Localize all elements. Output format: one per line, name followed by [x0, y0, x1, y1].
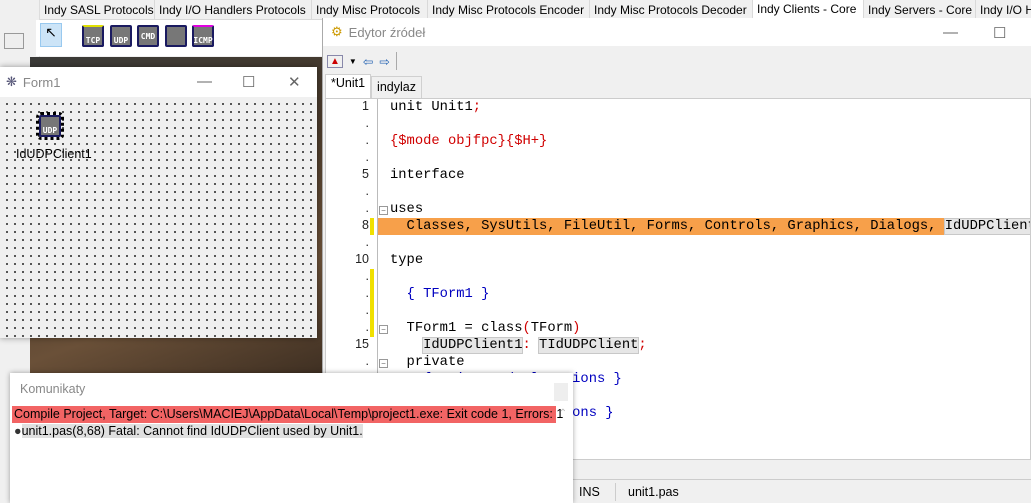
code-text: unit Unit1	[390, 100, 473, 115]
editor-toolbar: ▲ ▼ ⇦ ⇨	[323, 47, 1031, 75]
idudpclient1-component-icon[interactable]: UDP	[36, 112, 64, 140]
code-text: uses	[390, 202, 424, 217]
icmp-client-icon[interactable]: ICMP	[192, 25, 214, 47]
editor-title: Edytor źródeł	[348, 24, 426, 40]
editor-app-icon: ⚙	[331, 24, 343, 39]
ide-main-toolbar-left	[0, 0, 40, 57]
selection-pointer-button[interactable]: ↖	[40, 23, 62, 47]
line-number: .	[365, 184, 369, 198]
messages-title: Komunikaty	[20, 382, 86, 396]
palette-tab[interactable]: Indy SASL Protocols	[40, 0, 155, 20]
error-bomb-icon: ●	[14, 424, 22, 438]
message-row-error[interactable]: Compile Project, Target: C:\Users\MACIEJ…	[12, 406, 563, 423]
code-text: Classes, SysUtils, FileUtil, Forms, Cont…	[390, 219, 945, 234]
code-text: ;	[638, 338, 647, 353]
idudpclient1-label: IdUDPClient1	[16, 147, 92, 161]
jump-forward-icon[interactable]: ⇨	[379, 54, 389, 69]
code-line: TForm1 = class(TForm)	[326, 320, 1030, 337]
code-line: {$mode objfpc}{$H+}	[326, 133, 1030, 150]
code-text: TForm1 = class	[390, 321, 523, 336]
code-line: { TForm1 }	[326, 286, 1030, 303]
close-button[interactable]: ✕	[288, 73, 301, 91]
messages-scrollbar[interactable]: ⌃	[555, 408, 571, 503]
code-line: Classes, SysUtils, FileUtil, Forms, Cont…	[326, 218, 1030, 235]
code-text: IdUDPClient1	[422, 337, 524, 354]
view-units-icon[interactable]	[4, 33, 24, 49]
code-text: type	[390, 253, 424, 268]
form1-title-bar[interactable]: ❋ Form1	[0, 67, 317, 97]
message-row-fatal[interactable]: ●unit1.pas(8,68) Fatal: Cannot find IdUD…	[12, 423, 363, 440]
code-text: :	[522, 338, 540, 353]
trace-route-icon[interactable]	[165, 25, 187, 47]
lazarus-form-icon: ❋	[6, 74, 17, 89]
code-text: private	[390, 355, 465, 370]
minimize-button[interactable]: —	[943, 24, 958, 41]
form-design-grid[interactable]: UDP IdUDPClient1	[0, 97, 317, 338]
code-text: TForm	[530, 321, 573, 336]
code-line: interface	[326, 167, 1030, 184]
code-text: (	[522, 321, 531, 336]
messages-close-button[interactable]	[554, 383, 568, 401]
tab-unit1[interactable]: *Unit1	[325, 74, 372, 98]
editor-tabs: *Unit1 indylaz	[325, 74, 422, 98]
chevron-down-icon[interactable]: ▼	[349, 57, 357, 66]
code-text: {$mode objfpc}{$H+}	[390, 134, 548, 149]
code-line: type	[326, 252, 1030, 269]
messages-window[interactable]: Komunikaty Compile Project, Target: C:\U…	[10, 373, 573, 503]
cmd-client-icon[interactable]: CMD	[137, 25, 159, 47]
palette-tab[interactable]: Indy Servers - Core	[864, 0, 976, 20]
component-palette-tabs: Indy SASL Protocols Indy I/O Handlers Pr…	[40, 0, 1031, 20]
editor-title-bar[interactable]: ⚙ Edytor źródeł — ☐	[323, 18, 1031, 46]
code-text: ;	[472, 100, 482, 115]
code-text: { TForm1 }	[390, 287, 490, 302]
palette-tab-active[interactable]: Indy Clients - Core	[753, 0, 864, 20]
code-line: private	[326, 354, 1030, 371]
palette-tab[interactable]: Indy Misc Protocols	[312, 0, 428, 20]
code-text: IdUDPClient	[943, 218, 1030, 235]
palette-tab[interactable]: Indy I/O Handlers Protocols	[155, 0, 312, 20]
line-number: .	[365, 235, 369, 249]
code-text: interface	[390, 168, 465, 183]
insert-mode-indicator: INS	[579, 484, 600, 499]
minimize-button[interactable]: —	[197, 73, 212, 90]
line-number: .	[365, 303, 369, 317]
palette-tab[interactable]: Indy Misc Protocols Encoder	[428, 0, 590, 20]
line-number: .	[365, 116, 369, 130]
maximize-button[interactable]: ☐	[242, 73, 255, 91]
maximize-button[interactable]: ☐	[993, 24, 1006, 42]
status-separator	[615, 483, 616, 501]
toolbar-separator	[395, 52, 397, 70]
line-number: .	[365, 269, 369, 283]
palette-tab[interactable]: Indy I/O H	[976, 0, 1031, 20]
line-number: .	[365, 150, 369, 164]
tcp-client-icon[interactable]: TCP	[82, 25, 104, 47]
udp-client-icon[interactable]: UDP	[110, 25, 132, 47]
form1-designer-window[interactable]: ❋ Form1 — ☐ ✕ UDP IdUDPClient1	[0, 67, 317, 338]
jump-back-icon[interactable]: ⇦	[363, 54, 373, 69]
message-text: unit1.pas(8,68) Fatal: Cannot find IdUDP…	[21, 424, 363, 438]
code-text: )	[572, 321, 581, 336]
code-line: uses	[326, 201, 1030, 218]
palette-tab[interactable]: Indy Misc Protocols Decoder	[590, 0, 753, 20]
code-text: TIdUDPClient	[538, 337, 640, 354]
code-line: unit Unit1;	[326, 99, 1030, 116]
tab-indylaz[interactable]: indylaz	[371, 76, 422, 98]
status-file-name: unit1.pas	[628, 484, 679, 499]
form1-title: Form1	[22, 74, 61, 90]
jump-history-icon[interactable]: ▲	[327, 54, 343, 68]
code-line: IdUDPClient1: TIdUDPClient;	[326, 337, 1030, 354]
